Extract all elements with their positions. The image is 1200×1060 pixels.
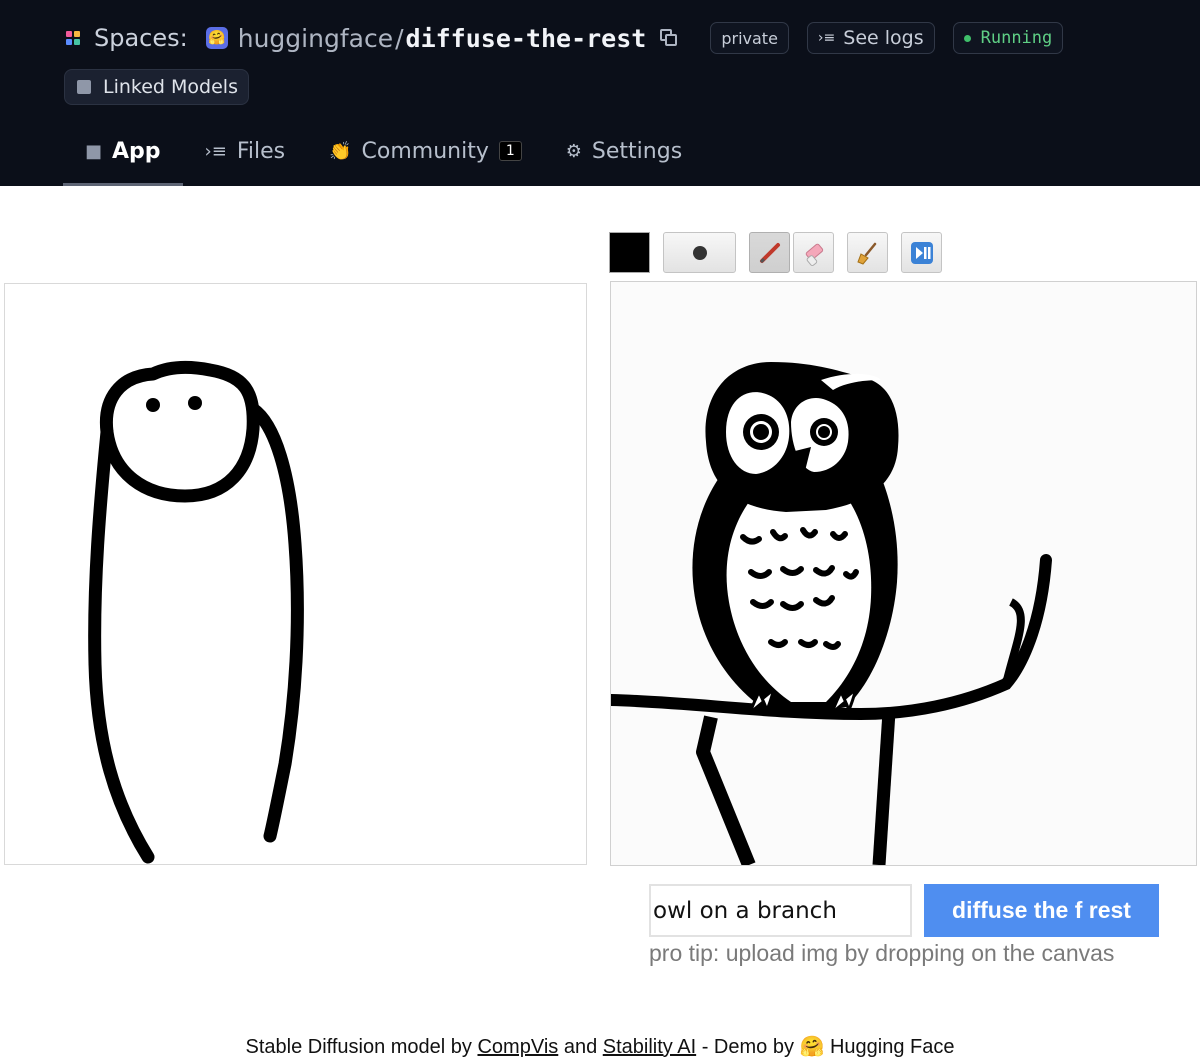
tab-community-label: Community [361, 138, 489, 164]
org-name-link[interactable]: huggingface [238, 24, 393, 53]
pro-tip-text: pro tip: upload img by dropping on the c… [649, 940, 1115, 966]
linked-models-button[interactable]: Linked Models [64, 69, 249, 105]
status-label: Running [980, 28, 1053, 48]
footer-text-2: and [558, 1036, 603, 1058]
play-pause-icon [910, 241, 933, 264]
footer-text-1: Stable Diffusion model by [245, 1036, 478, 1058]
visibility-badge: private [710, 22, 789, 54]
tab-settings[interactable]: ⚙ Settings [544, 116, 704, 186]
tab-app[interactable]: ■ App [63, 116, 183, 186]
diffuse-button[interactable]: diffuse the f rest [924, 884, 1159, 937]
org-avatar-icon: 🤗 [205, 27, 228, 49]
broom-icon [856, 242, 876, 265]
tab-app-label: App [112, 138, 161, 164]
files-icon: ›≡ [204, 140, 227, 162]
stability-ai-link[interactable]: Stability AI [603, 1036, 696, 1058]
sketch-canvas[interactable] [4, 283, 587, 865]
see-logs-button[interactable]: ›≡ See logs [806, 22, 935, 54]
status-dot-icon [963, 34, 971, 42]
spaces-logo-icon [66, 31, 80, 45]
tab-files[interactable]: ›≡ Files [183, 116, 308, 186]
copy-icon[interactable] [658, 27, 680, 49]
footer-text-3: - Demo by [696, 1036, 800, 1058]
eraser-tool-button[interactable] [793, 232, 834, 273]
brush-size-icon [692, 245, 707, 260]
space-title-row: Spaces: 🤗 huggingface / diffuse-the-rest… [66, 18, 1081, 58]
footer-text-4: Hugging Face [824, 1036, 955, 1058]
eraser-icon [805, 243, 823, 266]
prompt-input[interactable] [649, 884, 912, 937]
color-picker-swatch[interactable] [609, 232, 650, 273]
community-count-badge: 1 [498, 141, 522, 161]
path-separator: / [395, 23, 404, 53]
generated-owl-image [605, 362, 1052, 868]
cube-icon [77, 80, 91, 94]
logs-icon: ›≡ [817, 30, 836, 46]
drawing-toolbar [609, 232, 949, 274]
see-logs-label: See logs [843, 27, 924, 49]
output-canvas[interactable] [605, 281, 1197, 868]
linked-models-label: Linked Models [103, 76, 238, 98]
pencil-icon [759, 242, 780, 263]
sketch-drawing [88, 360, 304, 864]
tab-files-label: Files [236, 138, 286, 164]
tab-settings-label: Settings [591, 138, 683, 164]
spaces-link[interactable]: Spaces: [94, 24, 188, 52]
repo-name-link[interactable]: diffuse-the-rest [406, 24, 647, 53]
clear-canvas-button[interactable] [847, 232, 888, 273]
play-pause-button[interactable] [901, 232, 942, 273]
pencil-tool-button[interactable] [749, 232, 790, 273]
community-icon: 👏 [329, 140, 352, 162]
space-tabs: ■ App ›≡ Files 👏 Community 1 ⚙ Settings [63, 116, 704, 186]
gear-icon: ⚙ [565, 140, 582, 162]
compvis-link[interactable]: CompVis [477, 1036, 558, 1058]
tab-community[interactable]: 👏 Community 1 [307, 116, 544, 186]
hugging-face-emoji-icon: 🤗 [799, 1036, 825, 1058]
footer-credits: Stable Diffusion model by CompVis and St… [0, 1034, 1200, 1059]
status-badge[interactable]: Running [952, 22, 1064, 54]
cube-icon: ■ [85, 140, 103, 162]
brush-size-button[interactable] [663, 232, 736, 273]
space-header: Spaces: 🤗 huggingface / diffuse-the-rest… [0, 0, 1200, 186]
